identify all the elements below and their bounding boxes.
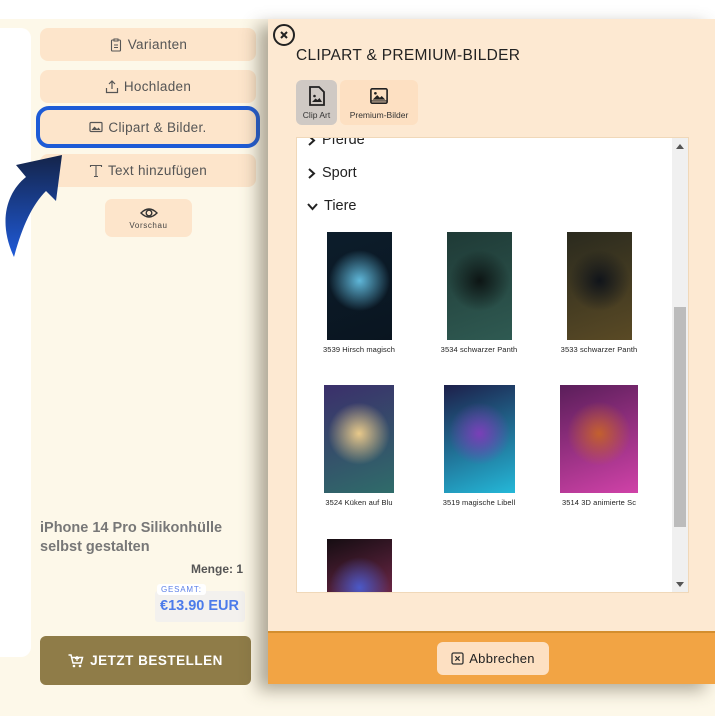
modal-footer: Abbrechen (268, 631, 715, 684)
clipart-list: Pferde Sport Tiere 3539 Hirsch magisch 35… (296, 137, 689, 593)
close-icon (280, 31, 288, 39)
variants-label: Varianten (127, 37, 188, 52)
cart-icon (68, 653, 84, 667)
scrollbar[interactable] (672, 138, 688, 592)
image-icon (89, 121, 104, 133)
modal-title: CLIPART & PREMIUM-BILDER (296, 47, 521, 64)
image-source-tabs: Clip Art Premium-Bilder (296, 80, 418, 125)
total-label: GESAMT: (157, 584, 206, 595)
clipart-thumbnail (326, 232, 392, 340)
clipart-tile[interactable]: 3514 3D animierte Sc (543, 385, 655, 507)
order-now-button[interactable]: JETZT BESTELLEN (40, 636, 251, 685)
clipart-list-content: Pferde Sport Tiere 3539 Hirsch magisch 35… (297, 138, 673, 592)
scroll-down-button[interactable] (672, 576, 688, 592)
clipart-caption: 3533 schwarzer Panth (560, 345, 638, 354)
curved-arrow-icon (5, 155, 62, 257)
clipart-thumbnail (560, 385, 638, 493)
clipart-tile[interactable]: 3534 schwarzer Panth (423, 232, 535, 354)
clipart-modal: CLIPART & PREMIUM-BILDER Clip Art Premiu… (268, 19, 715, 684)
order-now-label: JETZT BESTELLEN (90, 653, 223, 668)
text-icon (89, 164, 103, 177)
upload-button[interactable]: Hochladen (40, 70, 256, 103)
clipart-thumbnail (566, 232, 632, 340)
clipart-caption: 3534 schwarzer Panth (440, 345, 518, 354)
category-sport[interactable]: Sport (307, 165, 357, 181)
tab-premium-images[interactable]: Premium-Bilder (340, 80, 418, 125)
scroll-up-button[interactable] (672, 138, 688, 154)
clipart-caption: 3519 magische Libell (442, 498, 516, 507)
file-image-icon (308, 85, 325, 106)
clipart-thumbnail (446, 232, 512, 340)
category-label: Tiere (324, 198, 357, 214)
add-text-label: Text hinzufügen (107, 163, 208, 178)
arrow-down-icon (676, 581, 684, 587)
design-canvas[interactable] (0, 28, 31, 657)
clipart-images-label: Clipart & Bilder. (108, 119, 207, 135)
category-label: Pferde (322, 137, 365, 148)
arrow-up-icon (676, 143, 684, 149)
clipart-caption: 3514 3D animierte Sc (561, 498, 637, 507)
close-button[interactable] (273, 24, 295, 46)
add-text-button[interactable]: Text hinzufügen (40, 154, 256, 187)
picture-icon (370, 87, 388, 104)
clipart-tile[interactable]: 3533 schwarzer Panth (543, 232, 655, 354)
total-price: €13.90 EUR (160, 598, 239, 614)
clipart-caption: 3524 Küken auf Blu (325, 498, 393, 507)
clipart-tile[interactable]: 3539 Hirsch magisch (303, 232, 415, 354)
tab-premium-images-label: Premium-Bilder (349, 109, 409, 120)
variants-button[interactable]: Varianten (40, 28, 256, 61)
cancel-label: Abbrechen (469, 651, 535, 666)
upload-icon (105, 79, 118, 93)
clipart-thumbnail (324, 385, 394, 493)
category-label: Sport (322, 165, 357, 181)
tab-clip-art[interactable]: Clip Art (296, 80, 337, 125)
chevron-right-icon (308, 138, 316, 146)
cancel-button[interactable]: Abbrechen (437, 642, 549, 675)
scrollbar-thumb[interactable] (674, 307, 686, 527)
product-title: iPhone 14 Pro Silikonhülle selbst gestal… (40, 520, 223, 555)
tab-clip-art-label: Clip Art (302, 109, 331, 120)
clipart-thumbnail (326, 539, 392, 592)
eye-icon (139, 207, 158, 218)
preview-button[interactable]: Vorschau (105, 199, 192, 237)
close-square-icon (451, 652, 464, 665)
clipboard-icon (110, 38, 121, 52)
clipart-tile[interactable]: 3524 Küken auf Blu (303, 385, 415, 507)
category-pferde[interactable]: Pferde (307, 137, 365, 148)
preview-label: Vorschau (129, 220, 168, 230)
quantity-label: Menge: 1 (190, 562, 243, 576)
chevron-right-icon (308, 167, 316, 179)
clipart-tile[interactable] (303, 539, 415, 592)
clipart-tile[interactable]: 3519 magische Libell (423, 385, 535, 507)
clipart-caption: 3539 Hirsch magisch (323, 345, 395, 354)
clipart-thumbnail (443, 385, 515, 493)
upload-label: Hochladen (123, 79, 192, 94)
category-tiere[interactable]: Tiere (307, 198, 357, 214)
chevron-down-icon (307, 202, 318, 210)
clipart-images-button[interactable]: Clipart & Bilder. (36, 106, 260, 148)
